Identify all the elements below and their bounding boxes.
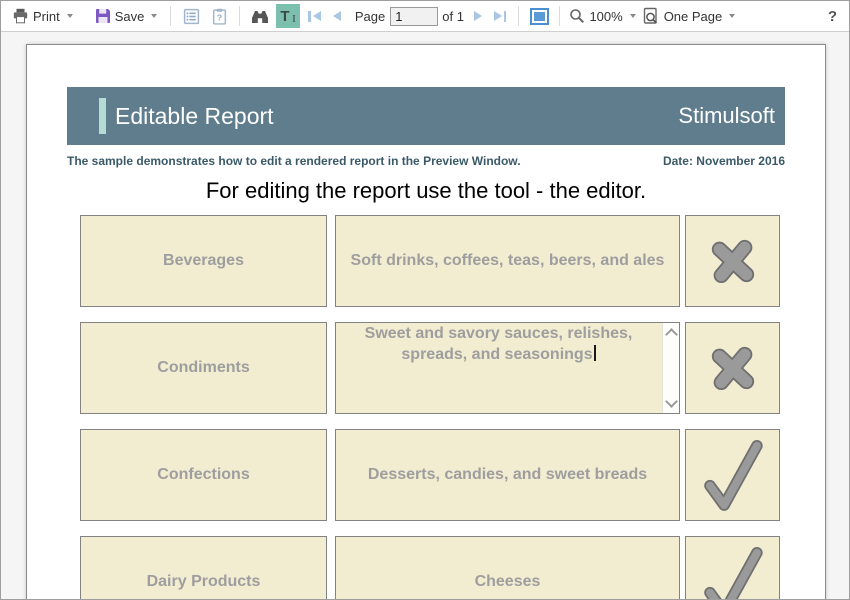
svg-text:?: ?: [217, 12, 222, 22]
page-panel-icon: [530, 8, 549, 25]
description-cell[interactable]: Soft drinks, coffees, teas, beers, and a…: [335, 215, 680, 307]
printer-icon: [12, 8, 29, 24]
report-title: Editable Report: [115, 103, 274, 130]
last-page-button[interactable]: [494, 11, 507, 22]
parameters-button[interactable]: ?: [207, 4, 231, 28]
toolbar-separator: [518, 6, 519, 26]
magnifier-icon: [569, 8, 585, 24]
chevron-down-icon[interactable]: [665, 395, 678, 408]
accent-bar: [99, 98, 106, 134]
status-cell[interactable]: [685, 215, 780, 307]
report-page: Editable Report Stimulsoft The sample de…: [26, 44, 826, 600]
report-header-band: Editable Report Stimulsoft: [67, 87, 785, 145]
prev-page-arrow-icon: [333, 11, 341, 21]
table-row: Beverages Soft drinks, coffees, teas, be…: [80, 215, 780, 307]
help-button[interactable]: ?: [828, 8, 837, 25]
instruction-text: For editing the report use the tool - th…: [27, 178, 825, 204]
prev-page-button[interactable]: [333, 11, 341, 21]
first-page-arrow-icon: [308, 11, 311, 22]
text-caret: [594, 345, 596, 361]
print-button[interactable]: Print: [9, 6, 76, 26]
print-label: Print: [33, 9, 60, 24]
status-cell[interactable]: [685, 536, 780, 600]
first-page-button[interactable]: [308, 11, 321, 22]
toolbar-separator: [239, 6, 240, 26]
description-cell-editing[interactable]: Sweet and savory sauces, relishes, sprea…: [335, 322, 680, 414]
last-page-arrow-icon: [494, 11, 502, 21]
chevron-down-icon: [151, 14, 157, 18]
editable-text: Sweet and savory sauces, relishes, sprea…: [342, 324, 655, 366]
view-mode-button[interactable]: One Page: [639, 5, 739, 27]
category-table: Beverages Soft drinks, coffees, teas, be…: [80, 215, 780, 600]
cross-icon: [706, 341, 760, 395]
next-page-button[interactable]: [474, 11, 482, 21]
toolbar-separator: [170, 6, 171, 26]
toolbar-separator: [559, 6, 560, 26]
report-preview-window: Print Save: [0, 0, 850, 600]
editor-button[interactable]: T I: [276, 4, 300, 28]
table-row: Dairy Products Cheeses: [80, 536, 780, 600]
table-row: Condiments Sweet and savory sauces, reli…: [80, 322, 780, 414]
toolbar: Print Save: [1, 1, 849, 32]
table-row: Confections Desserts, candies, and sweet…: [80, 429, 780, 521]
description-cell[interactable]: Desserts, candies, and sweet breads: [335, 429, 680, 521]
preview-area: Editable Report Stimulsoft The sample de…: [1, 32, 849, 600]
category-cell[interactable]: Condiments: [80, 322, 327, 414]
list-panel-icon: [183, 8, 200, 25]
page-panel-button[interactable]: [527, 4, 551, 28]
chevron-down-icon: [630, 14, 636, 18]
report-date: Date: November 2016: [663, 154, 785, 168]
next-page-arrow-icon: [474, 11, 482, 21]
category-cell[interactable]: Confections: [80, 429, 327, 521]
svg-text:T: T: [281, 8, 290, 25]
page-total-label: of 1: [442, 9, 464, 24]
report-subheader: The sample demonstrates how to edit a re…: [67, 154, 785, 168]
status-cell[interactable]: [685, 429, 780, 521]
floppy-disk-icon: [95, 8, 111, 24]
bookmarks-button[interactable]: [179, 4, 203, 28]
svg-text:I: I: [293, 13, 297, 25]
status-cell[interactable]: [685, 322, 780, 414]
binoculars-icon: [251, 9, 269, 24]
clipboard-question-icon: ?: [211, 8, 228, 25]
save-label: Save: [115, 9, 145, 24]
chevron-down-icon: [67, 14, 73, 18]
report-subtitle: The sample demonstrates how to edit a re…: [67, 154, 521, 168]
chevron-up-icon[interactable]: [665, 328, 678, 341]
zoom-value: 100%: [589, 9, 622, 24]
zoom-button[interactable]: 100%: [566, 6, 638, 26]
category-cell[interactable]: Dairy Products: [80, 536, 327, 600]
check-icon: [702, 436, 764, 514]
page-number-input[interactable]: [390, 7, 438, 26]
save-button[interactable]: Save: [92, 6, 161, 26]
cross-icon: [706, 234, 760, 288]
category-cell[interactable]: Beverages: [80, 215, 327, 307]
page-magnifier-icon: [642, 7, 660, 25]
text-edit-icon: T I: [277, 6, 299, 26]
description-cell[interactable]: Cheeses: [335, 536, 680, 600]
brand-text: Stimulsoft: [678, 103, 775, 129]
page-label: Page: [355, 9, 385, 24]
chevron-down-icon: [729, 14, 735, 18]
check-icon: [702, 543, 764, 600]
scrollbar[interactable]: [662, 323, 679, 413]
find-button[interactable]: [248, 4, 272, 28]
view-mode-label: One Page: [664, 9, 723, 24]
